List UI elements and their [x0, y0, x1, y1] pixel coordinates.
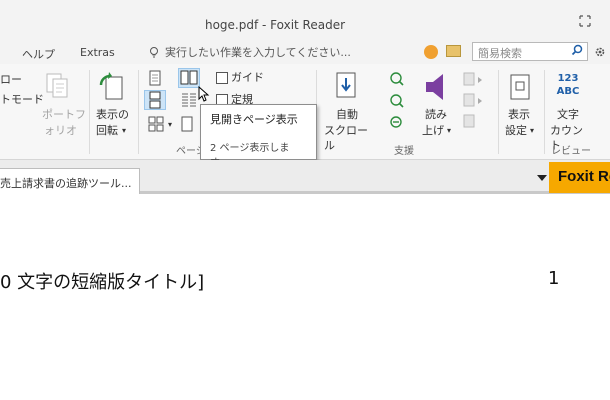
document-tab[interactable]: 売上請求書の追跡ツール...: [0, 168, 140, 194]
chevron-down-icon: ▾: [168, 120, 173, 129]
portfolio-label-2: ォリオ: [44, 124, 77, 137]
ribbon-separator: [498, 70, 499, 154]
auto-scroll-icon: [336, 72, 356, 98]
quick-search-input[interactable]: 簡易検索: [472, 42, 588, 61]
chevron-down-icon: ▾: [530, 126, 535, 135]
quick-search-placeholder: 簡易検索: [478, 47, 522, 60]
menu-extras[interactable]: Extras: [80, 46, 115, 59]
mouse-cursor-icon: [198, 86, 210, 102]
ribbon-separator: [89, 70, 90, 154]
window-title: hoge.pdf - Foxit Reader: [204, 18, 346, 32]
portfolio-label-1: ポートフ: [42, 108, 86, 121]
rotate-view-button[interactable]: 表示の 回転 ▾: [94, 68, 132, 142]
two-page-icon: [180, 70, 198, 85]
word-count-label-1: 文字: [557, 108, 579, 121]
chevron-down-icon: ▾: [122, 126, 127, 135]
assist-group-label: 支援: [394, 146, 414, 157]
rotate-view-icon: [99, 72, 123, 100]
continuous-page-icon: [149, 91, 161, 109]
read-aloud-label-2: 上げ: [422, 124, 444, 137]
menu-bar: ヘルプ Extras 実行したい作業を入力してください... 簡易検索: [0, 40, 610, 64]
word-count-button[interactable]: 123 ABC 文字 カウント: [548, 68, 590, 152]
folder-search-icon[interactable]: [446, 45, 461, 57]
foxit-brand-logo: Foxit Reader: [549, 162, 610, 193]
grid-layout-icon[interactable]: [148, 116, 164, 132]
display-settings-icon: [510, 74, 530, 100]
tell-me-text: 実行したい作業を入力してください...: [165, 46, 351, 59]
zoom-tools-icon[interactable]: [388, 70, 404, 130]
read-controls-icon[interactable]: [462, 70, 490, 130]
auto-scroll-label-2: スクロール: [324, 124, 368, 152]
display-settings-label-2: 設定: [505, 124, 527, 137]
speaker-icon: [426, 74, 443, 100]
ribbon-display-options-icon[interactable]: [578, 14, 592, 28]
display-settings-button[interactable]: 表示 設定 ▾: [502, 68, 540, 142]
tooltip-title: 見開きページ表示: [210, 113, 298, 126]
word-count-icon: 123 ABC: [556, 73, 580, 97]
tooltip: 見開きページ表示 2 ページ表示します。: [200, 104, 317, 169]
single-page-icon[interactable]: [148, 70, 162, 86]
auto-scroll-label-1: 自動: [336, 108, 358, 121]
lightbulb-icon: [150, 47, 158, 58]
auto-scroll-button[interactable]: 自動 スクロール: [322, 68, 372, 152]
continuous-view-button[interactable]: [144, 90, 166, 110]
chevron-down-icon: ▾: [447, 126, 452, 135]
gear-icon[interactable]: [594, 46, 606, 58]
display-settings-label-1: 表示: [508, 108, 530, 121]
smiley-feedback-icon[interactable]: [424, 45, 438, 59]
ribbon-separator: [544, 70, 545, 154]
rotate-view-label-1: 表示の: [96, 108, 129, 121]
read-aloud-button[interactable]: 読み 上げ ▾: [418, 68, 458, 142]
two-page-continuous-icon[interactable]: [180, 92, 198, 110]
guide-checkbox[interactable]: [216, 72, 228, 84]
guide-label: ガイド: [231, 71, 264, 84]
document-page: 0 文字の短縮版タイトル] 1: [0, 197, 610, 400]
ribbon-separator: [138, 70, 139, 154]
partial-ribbon-label-2: トモード: [0, 93, 44, 106]
review-group-label: レビュー: [551, 146, 591, 157]
page-transition-icon[interactable]: [180, 116, 194, 132]
menu-help[interactable]: ヘルプ: [22, 46, 55, 62]
search-icon[interactable]: [571, 44, 583, 56]
read-aloud-label-1: 読み: [425, 108, 447, 121]
document-tab-label: 売上請求書の追跡ツール...: [0, 177, 132, 190]
two-page-view-button[interactable]: [178, 68, 200, 88]
portfolio-icon: [46, 73, 68, 98]
rotate-view-label-2: 回転: [96, 124, 118, 137]
toc-entry-page: 1: [548, 268, 560, 289]
partial-ribbon-label-1: ロー: [0, 73, 22, 86]
tell-me-box[interactable]: 実行したい作業を入力してください...: [148, 44, 351, 60]
toc-entry-title: 0 文字の短縮版タイトル]: [0, 272, 205, 293]
title-bar: hoge.pdf - Foxit Reader: [0, 0, 610, 40]
document-tab-bar: 売上請求書の追跡ツール...: [0, 160, 610, 194]
tab-list-dropdown-icon[interactable]: [537, 175, 547, 181]
